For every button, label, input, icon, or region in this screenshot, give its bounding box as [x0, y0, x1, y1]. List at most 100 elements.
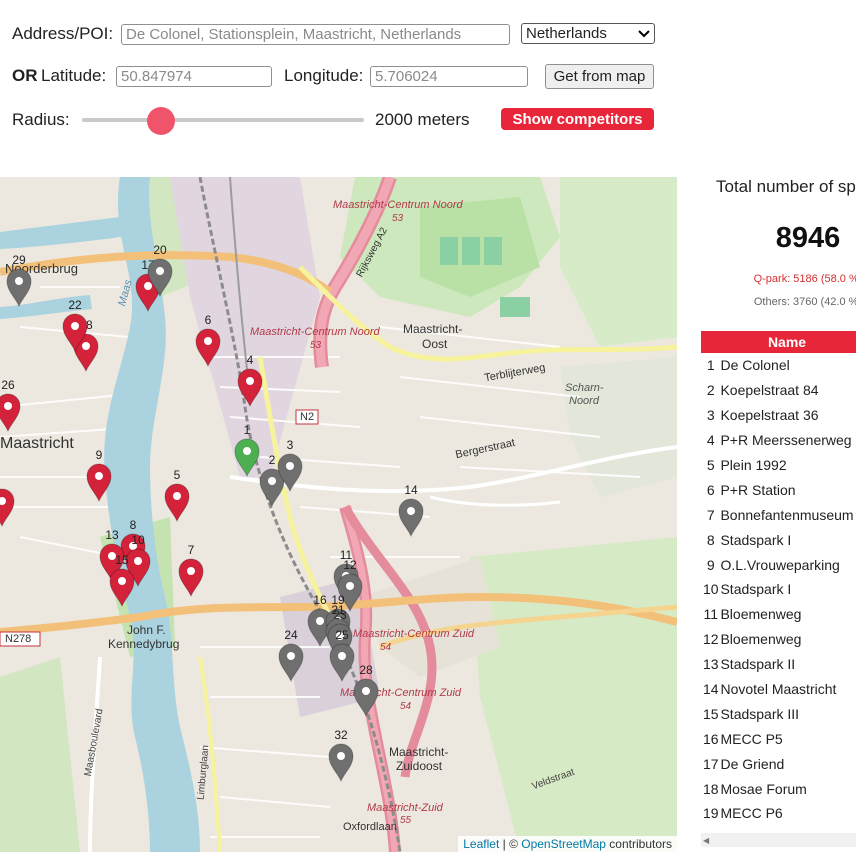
- row-number: 7: [706, 506, 715, 523]
- row-name: O.L.Vrouweparking: [720, 556, 840, 573]
- country-select-value: Netherlands: [526, 25, 607, 42]
- map-marker-26[interactable]: 26: [0, 378, 22, 433]
- table-horizontal-scrollbar[interactable]: ◀: [701, 833, 856, 847]
- table-row[interactable]: 16 MECC P5: [701, 726, 856, 751]
- table-row[interactable]: 9 O.L.Vrouweparking: [701, 552, 856, 577]
- map-marker-9[interactable]: 9: [85, 448, 113, 503]
- table-row[interactable]: 3 Koepelstraat 36: [701, 403, 856, 428]
- table-row[interactable]: 7 Bonnefantenmuseum: [701, 502, 856, 527]
- map-marker-20[interactable]: 20: [146, 243, 174, 298]
- row-name: Stadspark I: [720, 581, 792, 598]
- map-pin-icon: [234, 438, 260, 478]
- latitude-input[interactable]: [116, 66, 272, 87]
- map-marker-label: 14: [404, 483, 418, 497]
- scroll-left-arrow-icon[interactable]: ◀: [703, 836, 709, 845]
- radius-slider-thumb[interactable]: [146, 107, 175, 135]
- table-row[interactable]: 14 Novotel Maastricht: [701, 677, 856, 702]
- map-marker-24[interactable]: 24: [277, 628, 305, 683]
- get-from-map-button[interactable]: Get from map: [545, 64, 654, 89]
- row-name: Novotel Maastricht: [720, 681, 837, 698]
- map-pin-icon: [278, 643, 304, 683]
- map-marker-1[interactable]: 1: [233, 423, 261, 478]
- table-row[interactable]: 6 P+R Station: [701, 477, 856, 502]
- map-label-maastricht: Maastricht: [0, 435, 74, 452]
- row-number: 8: [706, 531, 715, 548]
- longitude-input[interactable]: [370, 66, 528, 87]
- map-marker-29[interactable]: 29: [5, 253, 33, 308]
- map-label-n278: N278: [5, 633, 32, 645]
- map-marker-label: 25: [335, 628, 349, 642]
- radius-slider-track[interactable]: [82, 118, 364, 122]
- table-row[interactable]: 1 De Colonel: [701, 353, 856, 378]
- map-marker-3[interactable]: 3: [276, 438, 304, 493]
- table-header-name[interactable]: Name: [720, 331, 854, 353]
- row-number: 17: [702, 755, 719, 772]
- map-label-oxfordlaan: Oxfordlaan: [343, 821, 397, 833]
- map-label-oost2: Oost: [422, 337, 448, 351]
- table-row[interactable]: 5 Plein 1992: [701, 453, 856, 478]
- map-label-centrum-noord-top: Maastricht-Centrum Noord: [333, 199, 463, 211]
- row-name: Koepelstraat 84: [720, 382, 819, 399]
- map-marker-r7[interactable]: [0, 487, 16, 528]
- map-marker-label: 9: [95, 448, 103, 462]
- map-marker-22[interactable]: 22: [61, 298, 89, 353]
- show-competitors-button[interactable]: Show competitors: [501, 108, 654, 130]
- row-name: Stadspark I: [720, 531, 792, 548]
- attribution-tail: contributors: [605, 837, 672, 851]
- table-row[interactable]: 11 Bloemenweg: [701, 602, 856, 627]
- map-pin-icon: [328, 743, 354, 783]
- row-name: MECC P5: [720, 730, 783, 747]
- map-marker-14[interactable]: 14: [397, 483, 425, 538]
- map-marker-label: 3: [286, 438, 294, 452]
- row-number: 1: [706, 357, 715, 374]
- row-name: Bloemenweg: [720, 631, 802, 648]
- table-row[interactable]: 13 Stadspark II: [701, 652, 856, 677]
- map-marker-label: 32: [334, 728, 348, 742]
- map-label-kennedybrug2: Kennedybrug: [108, 637, 180, 651]
- row-name: Bloemenweg: [720, 606, 802, 623]
- leaflet-link[interactable]: Leaflet: [463, 837, 499, 851]
- map-marker-32[interactable]: 32: [327, 728, 355, 783]
- map-pin-icon: [0, 488, 15, 528]
- map-pin-icon: [6, 268, 32, 308]
- map-marker-28[interactable]: 28: [352, 663, 380, 718]
- row-number: 2: [706, 382, 715, 399]
- map-marker-4[interactable]: 4: [236, 353, 264, 408]
- row-name: P+R Station: [720, 481, 796, 498]
- map-marker-15[interactable]: 15: [108, 553, 136, 608]
- address-input[interactable]: [121, 24, 510, 45]
- row-number: 5: [706, 457, 715, 473]
- map-marker-6[interactable]: 6: [194, 313, 222, 368]
- total-value: 8946: [775, 222, 841, 254]
- table-row[interactable]: 4 P+R Meerssenerweg: [701, 428, 856, 453]
- table-row[interactable]: 17 De Griend: [701, 751, 856, 776]
- osm-link[interactable]: OpenStreetMap: [521, 837, 606, 851]
- row-number: 16: [702, 730, 719, 747]
- map-pin-icon: [237, 368, 263, 408]
- map-label-oost: Maastricht-: [403, 322, 463, 336]
- map-marker-label: 20: [153, 243, 167, 257]
- map-marker-label: 29: [12, 253, 26, 267]
- qpark-count: Q-park: 5186 (58.0 %): [753, 273, 856, 285]
- table-row[interactable]: 2 Koepelstraat 84: [701, 378, 856, 403]
- map-marker-7[interactable]: 7: [177, 543, 205, 598]
- country-select[interactable]: Netherlands: [521, 23, 655, 44]
- row-number: 3: [706, 407, 715, 424]
- table-row[interactable]: 10 Stadspark I: [701, 577, 856, 602]
- attribution-separator: | ©: [499, 837, 522, 851]
- row-name: P+R Meerssenerweg: [720, 432, 852, 449]
- map-marker-5[interactable]: 5: [163, 468, 191, 523]
- table-row[interactable]: 8 Stadspark I: [701, 527, 856, 552]
- table-row[interactable]: 12 Bloemenweg: [701, 627, 856, 652]
- latitude-label: Latitude:: [41, 66, 107, 85]
- row-number: 6: [706, 481, 715, 498]
- row-name: Stadspark II: [720, 656, 796, 673]
- map[interactable]: Noorderbrug Maastricht-Centrum Noord Maa…: [0, 177, 677, 852]
- map-label-centrum-noord: Maastricht-Centrum Noord: [250, 326, 380, 338]
- row-name: MECC P6: [720, 805, 783, 822]
- map-pin-icon: [398, 498, 424, 538]
- map-pin-icon: [178, 558, 204, 598]
- table-row[interactable]: 19 MECC P6: [701, 801, 856, 826]
- table-row[interactable]: 15 Stadspark III: [701, 701, 856, 726]
- table-row[interactable]: 18 Mosae Forum: [701, 776, 856, 801]
